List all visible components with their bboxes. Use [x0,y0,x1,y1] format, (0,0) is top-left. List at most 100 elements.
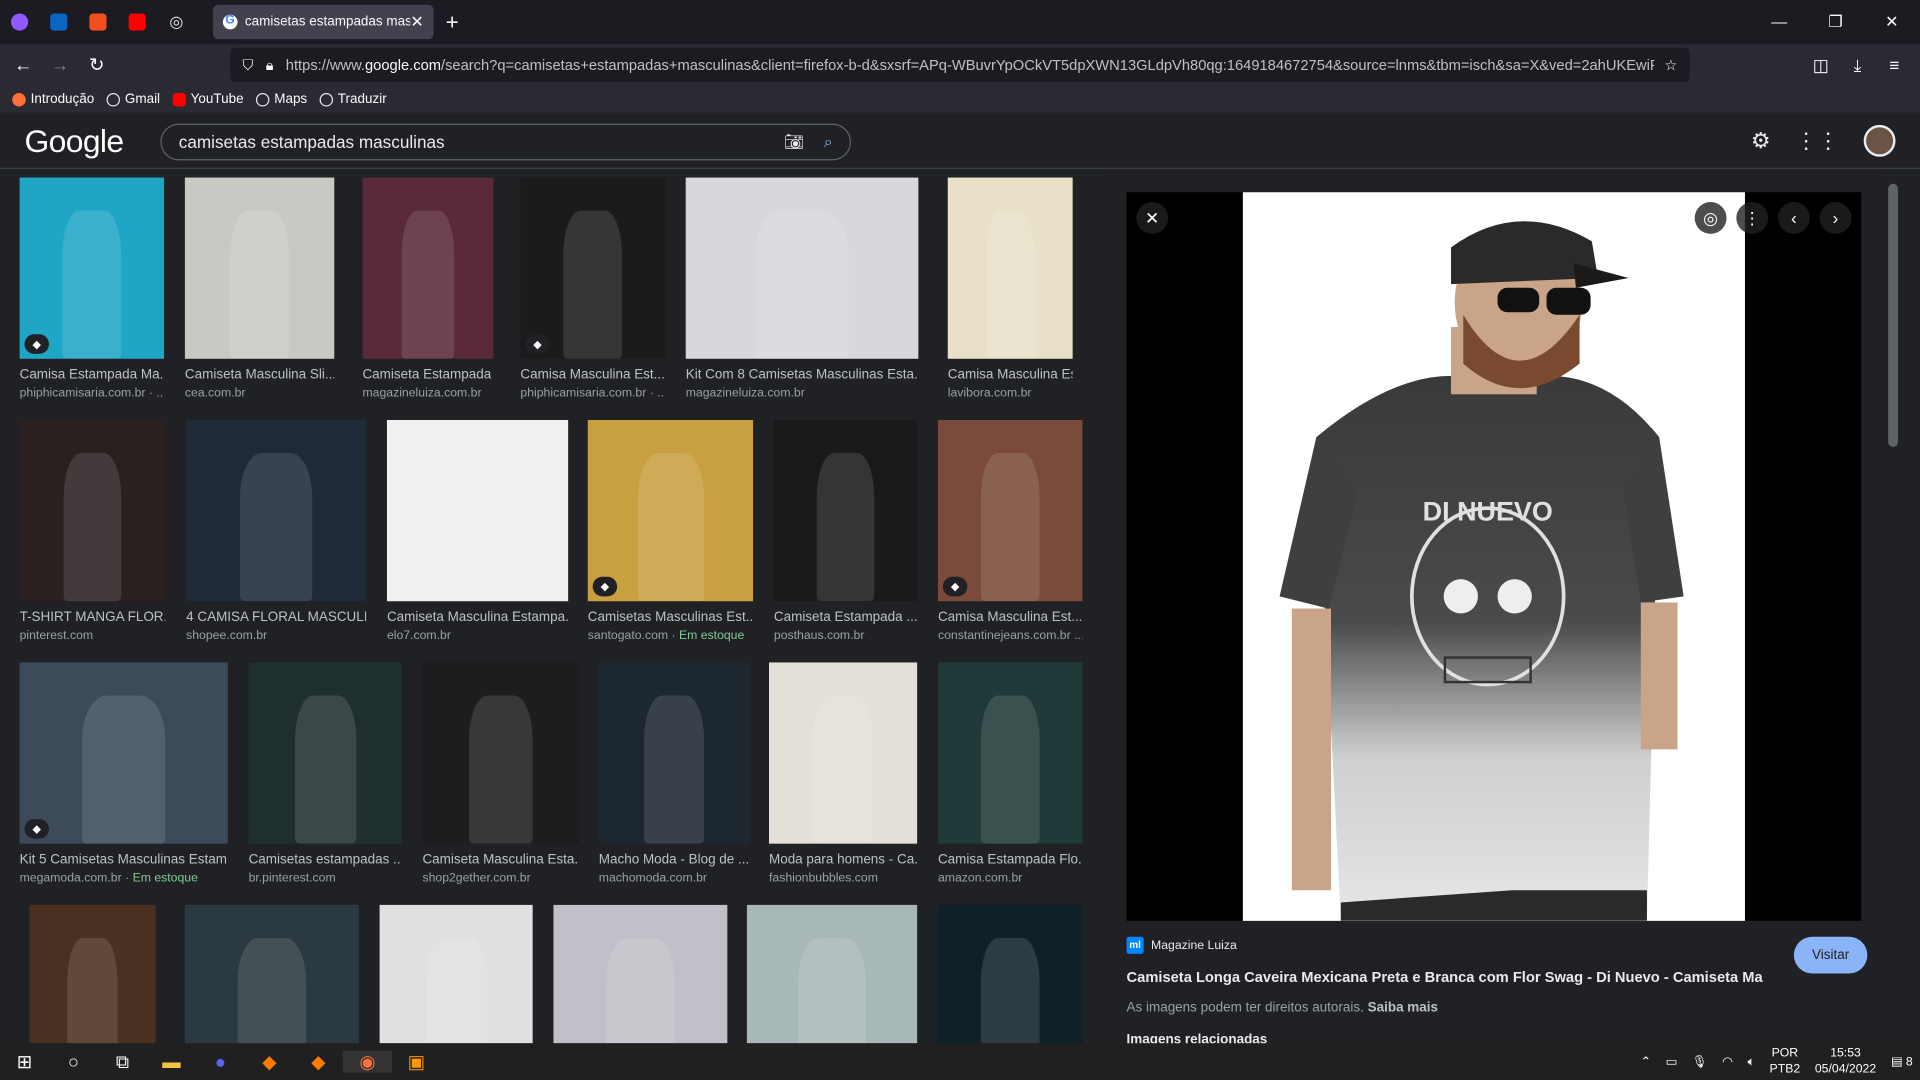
result-caption[interactable]: Camisetas estampadas ... [249,852,402,867]
result-thumbnail[interactable] [386,420,569,602]
image-result[interactable]: ◆ Camisa Masculina Est... phiphicamisaria.… [520,177,665,400]
image-result[interactable]: Camisetas estampadas ... br.pinterest.com [248,662,402,885]
pinned-tab-1[interactable] [0,0,39,44]
settings-gear-icon[interactable]: ⚙ [1751,128,1771,154]
star-bookmark-icon[interactable]: ☆ [1664,56,1677,73]
result-thumbnail[interactable] [19,420,166,602]
image-result[interactable]: Camiseta Masculina Esta... shop2gether.co… [422,662,580,885]
result-thumbnail[interactable] [379,904,533,1044]
search-input[interactable]: camisetas estampadas masculinas [179,132,765,152]
image-result[interactable]: ◆ Camisa Masculina Est... constantinejeans… [937,420,1083,643]
result-thumbnail[interactable] [768,662,918,844]
volume-icon[interactable]: 🔈︎ [1748,1055,1755,1068]
result-thumbnail[interactable] [248,662,402,844]
result-caption[interactable]: Camisa Masculina Est... [948,367,1073,382]
preview-title[interactable]: Camiseta Longa Caveira Mexicana Preta e … [1127,969,1764,986]
bookmark-youtube[interactable]: YouTube [172,92,244,107]
clock[interactable]: 15:53 05/04/2022 [1815,1046,1876,1078]
result-caption[interactable]: Camiseta Masculina Estampa... [387,610,568,625]
image-result[interactable] [553,904,728,1044]
image-result[interactable]: Moda para homens - Ca... fashionbubbles.c… [768,662,918,885]
result-thumbnail[interactable] [553,904,728,1044]
image-result[interactable]: Camiseta Masculina Estampa... elo7.com.br [386,420,569,643]
preview-site[interactable]: ml Magazine Luiza [1126,936,1862,954]
task-view-icon[interactable]: ⧉ [98,1051,147,1072]
result-thumbnail[interactable]: ◆ [520,177,665,359]
image-result[interactable] [184,904,359,1044]
result-thumbnail[interactable] [947,177,1073,359]
result-thumbnail[interactable] [422,662,580,844]
result-thumbnail[interactable] [937,904,1083,1044]
lens-search-icon[interactable]: ◎ [1694,202,1727,234]
result-thumbnail[interactable] [29,904,156,1044]
search-circle-icon[interactable]: ○ [49,1051,98,1072]
result-thumbnail[interactable] [598,662,750,844]
search-icon[interactable]: ⌕ [824,132,833,152]
language-indicator[interactable]: POR PTB2 [1770,1046,1801,1078]
visit-button[interactable]: Visitar [1793,936,1868,974]
image-result[interactable]: T-SHIRT MANGA FLOR... pinterest.com [19,420,166,643]
address-bar[interactable]: ⛉ 🔒︎ https://www.google.com/search?q=cam… [230,47,1690,83]
result-thumbnail[interactable] [362,177,494,359]
bookmark-gmail[interactable]: Gmail [106,92,160,107]
lock-icon[interactable]: 🔒︎ [266,56,274,74]
result-thumbnail[interactable]: ◆ [19,662,228,844]
pinned-tab-figma[interactable] [78,0,117,44]
result-thumbnail[interactable] [186,420,367,602]
app-orange-2-icon[interactable]: ◆ [294,1051,343,1073]
close-window-button[interactable]: ✕ [1864,0,1920,44]
learn-more-link[interactable]: Saiba mais [1368,1000,1438,1015]
image-result[interactable] [379,904,533,1044]
result-thumbnail[interactable]: ◆ [19,177,165,359]
menu-icon[interactable]: ≡ [1876,55,1913,75]
result-thumbnail[interactable] [746,904,918,1044]
forward-button[interactable]: → [42,54,79,75]
result-caption[interactable]: Kit 5 Camisetas Masculinas Estam... [20,852,228,867]
result-thumbnail[interactable] [184,904,359,1044]
tab-active[interactable]: camisetas estampadas masculin ✕ [213,4,434,40]
image-result[interactable]: ◆ Camisa Estampada Ma... phiphicamisaria.c… [19,177,165,400]
result-thumbnail[interactable] [937,662,1083,844]
previous-image-button[interactable]: ‹ [1777,202,1810,234]
image-result[interactable]: ◆ Camisetas Masculinas Est... santogato.co… [587,420,754,643]
result-caption[interactable]: Camisetas Masculinas Est... [588,610,753,625]
microphone-icon[interactable]: 🎙︎ [1692,1055,1708,1068]
bookmark-introducao[interactable]: Introdução [12,92,94,107]
image-result[interactable]: Camisa Masculina Est... lavibora.com.br [947,177,1073,400]
new-tab-button[interactable]: + [446,10,459,36]
result-thumbnail[interactable] [773,420,918,602]
pinned-tab-linkedin[interactable] [39,0,78,44]
result-caption[interactable]: Camisa Masculina Est... [520,367,664,382]
notifications-icon[interactable]: ▤ 8 [1891,1055,1913,1068]
restore-button[interactable]: ❐ [1807,0,1863,44]
search-box[interactable]: camisetas estampadas masculinas 📷︎ ⌕ [160,123,852,161]
image-result[interactable]: Kit Com 8 Camisetas Masculinas Esta... ma… [685,177,919,400]
result-thumbnail[interactable] [184,177,335,359]
image-result[interactable] [29,904,156,1044]
image-result[interactable]: Camiseta Estampada ... posthaus.com.br [773,420,918,643]
close-tab-icon[interactable]: ✕ [410,12,423,32]
result-thumbnail[interactable] [685,177,919,359]
more-options-icon[interactable]: ⋮ [1736,202,1769,234]
result-caption[interactable]: Camiseta Estampada F... [362,367,493,382]
camera-icon[interactable]: 📷︎ [784,132,804,152]
result-thumbnail[interactable]: ◆ [937,420,1083,602]
next-image-button[interactable]: › [1819,202,1852,234]
result-caption[interactable]: Camisa Estampada Ma... [20,367,164,382]
result-caption[interactable]: Camisa Estampada Flo... [938,852,1082,867]
scrollbar[interactable] [1885,183,1901,1041]
pinned-tab-youtube[interactable] [118,0,157,44]
back-button[interactable]: ← [5,54,42,75]
image-result[interactable]: Camiseta Masculina Sli... cea.com.br [184,177,335,400]
chevron-up-icon[interactable]: ⌃ [1641,1055,1651,1068]
minimize-button[interactable]: — [1751,0,1807,44]
app-orange-icon[interactable]: ◆ [245,1051,294,1073]
windows-start-icon[interactable]: ⊞ [0,1051,49,1073]
pinned-tab-web[interactable]: ◎ [157,0,196,44]
google-logo[interactable]: Google [24,122,124,160]
file-explorer-icon[interactable]: ▬ [147,1051,196,1072]
result-caption[interactable]: Macho Moda - Blog de ... [599,852,750,867]
result-caption[interactable]: Camiseta Masculina Sli... [185,367,334,382]
bookmark-maps[interactable]: Maps [255,92,307,107]
apps-grid-icon[interactable]: ⋮⋮ [1795,128,1839,154]
